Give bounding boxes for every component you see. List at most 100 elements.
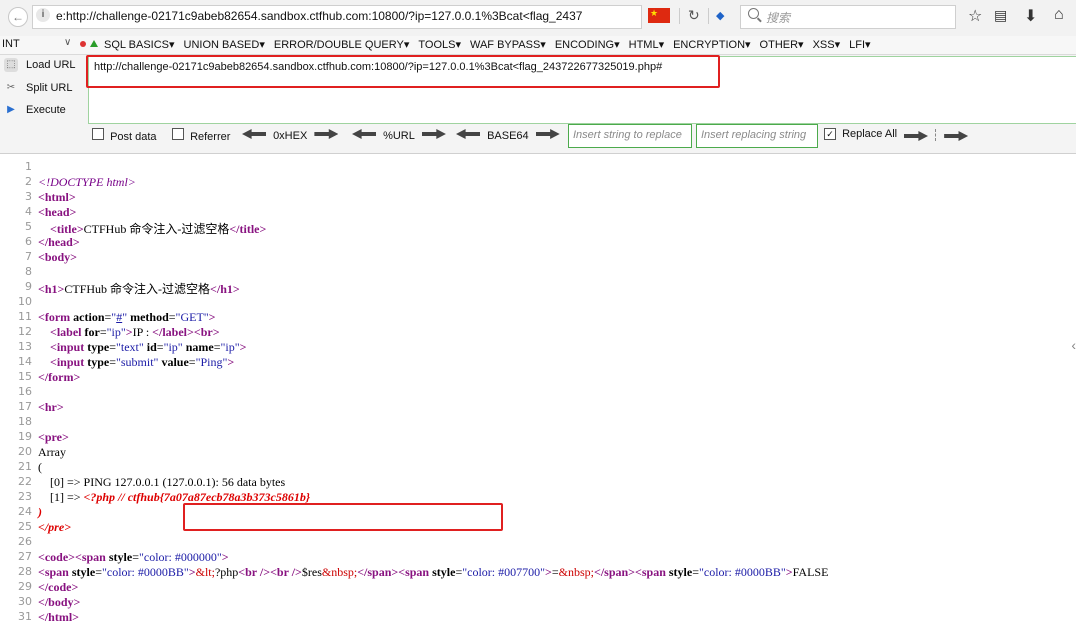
source-code-text: </pre> (38, 520, 72, 534)
insert-string-input[interactable]: Insert string to replace (568, 124, 692, 148)
line-number: 6 (25, 235, 32, 248)
line-number: 12 (18, 325, 32, 338)
source-line: 1 (0, 160, 1076, 175)
arrow-right-icon[interactable] (314, 129, 339, 139)
line-number: 24 (18, 505, 32, 518)
arrow-right-icon[interactable] (535, 129, 560, 139)
line-number: 15 (18, 370, 32, 383)
star-icon[interactable]: ☆ (968, 6, 982, 26)
source-line: 27 <code><span style="color: #000000"> (0, 550, 1076, 565)
info-icon[interactable]: i (36, 8, 50, 22)
source-line: 21 ( (0, 460, 1076, 475)
search-icon (748, 8, 759, 19)
source-code-text: <input type="submit" value="Ping"> (50, 355, 235, 369)
chevron-down-icon[interactable]: ∨ (64, 37, 71, 48)
arrow-left-icon[interactable] (456, 129, 480, 139)
line-number: 1 (25, 160, 32, 173)
source-code-text: <hr> (38, 400, 64, 414)
disable-icon[interactable] (80, 41, 86, 47)
post-data-checkbox[interactable] (92, 128, 104, 140)
source-line: 6 </head> (0, 235, 1076, 250)
menu-error-double-query[interactable]: ERROR/DOUBLE QUERY▾ (274, 39, 410, 51)
execute-button[interactable]: ▶ Execute (2, 101, 86, 121)
arrow-left-icon[interactable] (352, 129, 376, 139)
line-number: 3 (25, 190, 32, 203)
source-line: 14 <input type="submit" value="Ping"> (0, 355, 1076, 370)
post-data-option[interactable]: Post data (92, 128, 157, 143)
source-line: 12 <label for="ip">IP : </label><br> (0, 325, 1076, 340)
line-number: 5 (25, 220, 32, 233)
back-icon[interactable]: ← (8, 7, 28, 27)
referrer-checkbox[interactable] (172, 128, 184, 140)
line-number: 10 (18, 295, 32, 308)
replace-all-checkbox[interactable]: ✓ (824, 128, 836, 140)
source-code-text: <input type="text" id="ip" name="ip"> (50, 340, 247, 354)
menu-html[interactable]: HTML▾ (629, 39, 664, 51)
scroll-handle[interactable]: ‹ (1071, 337, 1076, 353)
replace-all-option[interactable]: ✓ Replace All (824, 128, 897, 140)
source-line: 20 Array (0, 445, 1076, 460)
source-line: 28 <span style="color: #0000BB">&lt;?php<… (0, 565, 1076, 580)
source-code-text: [0] => PING 127.0.0.1 (127.0.0.1): 56 da… (38, 475, 286, 489)
source-line: 9 <h1>CTFHub 命令注入-过滤空格</h1> (0, 280, 1076, 296)
reload-icon[interactable]: ↻ (688, 7, 700, 24)
line-number: 13 (18, 340, 32, 353)
arrow-right-icon[interactable] (904, 131, 928, 141)
line-number: 22 (18, 475, 32, 488)
replacing-string-input[interactable]: Insert replacing string (696, 124, 818, 148)
source-line: 15 </form> (0, 370, 1076, 385)
load-url-button[interactable]: ⬚ Load URL (2, 56, 86, 76)
source-line: 22 [0] => PING 127.0.0.1 (127.0.0.1): 56… (0, 475, 1076, 490)
source-code-text: <!DOCTYPE html> (38, 175, 136, 189)
replace-control[interactable] (904, 129, 969, 144)
line-number: 18 (18, 415, 32, 428)
menu-xss[interactable]: XSS▾ (813, 39, 841, 51)
referrer-option[interactable]: Referrer (172, 128, 230, 143)
source-line: 25 </pre> (0, 520, 1076, 535)
source-code-text: </body> (38, 595, 81, 609)
source-line: 17 <hr> (0, 400, 1076, 415)
split-url-icon: ✂ (6, 82, 16, 93)
divider (679, 8, 680, 24)
line-number: 17 (18, 400, 32, 413)
source-line: 31 </html> (0, 610, 1076, 625)
menu-other[interactable]: OTHER▾ (760, 39, 804, 51)
home-icon[interactable]: ⌂ (1054, 6, 1064, 24)
download-icon[interactable]: ⬇ (1024, 6, 1037, 26)
arrow-left-icon[interactable] (242, 129, 266, 139)
source-line: 23 [1] => <?php // ctfhub{7a07a87ecb78a3… (0, 490, 1076, 505)
menu-encryption[interactable]: ENCRYPTION▾ (673, 39, 750, 51)
line-number: 14 (18, 355, 32, 368)
source-line: 11 <form action="#" method="GET"> (0, 310, 1076, 325)
line-number: 16 (18, 385, 32, 398)
highlight-box-url (86, 55, 720, 88)
int-select[interactable]: INT (2, 38, 20, 50)
split-url-button[interactable]: ✂ Split URL (2, 79, 86, 99)
hackbar-menu: SQL BASICS▾ UNION BASED▾ ERROR/DOUBLE QUER… (104, 38, 880, 51)
bookmarks-icon[interactable]: ▤ (994, 7, 1007, 24)
base64-control[interactable]: BASE64 (456, 129, 560, 142)
menu-tools[interactable]: TOOLS▾ (418, 39, 461, 51)
line-number: 31 (18, 610, 32, 623)
bird-icon[interactable]: ◆ (716, 9, 724, 22)
source-code-text: ) (38, 505, 42, 519)
source-line: 5 <title>CTFHub 命令注入-过滤空格</title> (0, 220, 1076, 236)
menu-union-based[interactable]: UNION BASED▾ (184, 39, 265, 51)
arrow-right-icon[interactable] (421, 129, 446, 139)
url-encode-control[interactable]: %URL (352, 129, 446, 142)
menu-waf-bypass[interactable]: WAF BYPASS▾ (470, 39, 546, 51)
line-number: 11 (18, 310, 32, 323)
source-line: 24) (0, 505, 1076, 520)
source-code-text: </code> (38, 580, 79, 594)
line-number: 4 (25, 205, 32, 218)
address-bar-text[interactable]: e:http://challenge-02171c9abeb82654.sand… (56, 9, 636, 23)
source-code-text: <code><span style="color: #000000"> (38, 550, 229, 564)
menu-lfi[interactable]: LFI▾ (849, 39, 870, 51)
arrow-right-icon[interactable] (944, 131, 969, 141)
enable-icon[interactable] (90, 40, 98, 47)
execute-icon: ▶ (7, 104, 15, 115)
menu-encoding[interactable]: ENCODING▾ (555, 39, 620, 51)
menu-sql-basics[interactable]: SQL BASICS▾ (104, 39, 175, 51)
line-number: 30 (18, 595, 32, 608)
hex-encode-control[interactable]: 0xHEX (242, 129, 339, 142)
